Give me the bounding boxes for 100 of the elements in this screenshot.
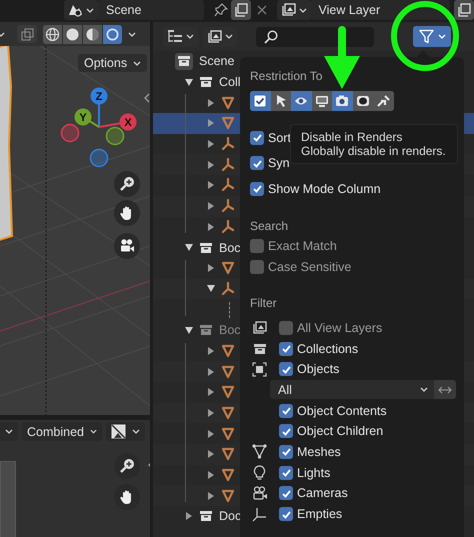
checkbox-label: Lights [297, 466, 330, 480]
checkbox[interactable] [279, 342, 293, 356]
checkbox-label: Object Children [297, 424, 384, 438]
pan-button[interactable] [114, 484, 140, 510]
checkbox-label: Empties [297, 507, 342, 522]
filter-icon [418, 29, 434, 44]
swap-button[interactable] [434, 380, 456, 400]
checkbox-label: Exact Match [268, 239, 337, 253]
object-type-dropdown[interactable]: All [270, 380, 434, 400]
pin-icon[interactable] [214, 3, 228, 17]
checkbox[interactable] [279, 404, 293, 418]
expanded-arrow-icon[interactable] [185, 78, 193, 86]
chevron-icon [438, 34, 446, 39]
checkbox[interactable] [279, 466, 293, 480]
checkbox-label: Collections [297, 342, 358, 356]
mesh-icon [221, 447, 235, 462]
checkbox[interactable] [279, 362, 293, 376]
copy-icon [457, 3, 472, 17]
checkbox[interactable] [250, 130, 264, 145]
arrow-annotation [324, 26, 360, 89]
view-layers-icon [280, 3, 296, 17]
collapsed-arrow-icon[interactable] [208, 368, 214, 376]
restriction-toggle[interactable] [291, 91, 312, 111]
shading-mode-button[interactable] [103, 24, 122, 44]
collapsed-arrow-icon[interactable] [208, 160, 214, 169]
collapsed-arrow-icon[interactable] [208, 346, 214, 355]
sidebar-toggle-icon[interactable] [144, 93, 150, 103]
checkbox[interactable] [279, 507, 293, 522]
checkbox-label: All View Layers [297, 320, 382, 335]
checkbox-label: Meshes [297, 444, 341, 459]
collapsed-arrow-icon[interactable] [208, 471, 214, 480]
empty-axes-icon [221, 220, 235, 234]
zoom-button[interactable] [114, 453, 140, 479]
shading-mode-button[interactable] [63, 24, 82, 44]
display-mode-dropdown[interactable] [106, 422, 145, 441]
mesh-icon [221, 406, 235, 420]
checkbox[interactable] [279, 486, 293, 500]
empty-axes-icon [221, 178, 235, 192]
copy-button[interactable] [230, 0, 251, 20]
object-icon [252, 362, 267, 377]
collapsed-arrow-icon[interactable] [208, 492, 214, 500]
copy-button[interactable] [454, 0, 474, 20]
checkbox[interactable] [250, 156, 264, 170]
light-bulb-icon [253, 465, 266, 480]
checkbox[interactable] [250, 260, 264, 274]
overlay-button[interactable] [17, 25, 37, 43]
restriction-toggle[interactable] [332, 91, 352, 111]
checkbox-icon [253, 94, 268, 108]
empty-axes-icon [221, 282, 235, 296]
collapsed-arrow-icon[interactable] [208, 119, 214, 128]
checkbox-label: Object Contents [297, 404, 387, 418]
scene-menu-button[interactable] [64, 0, 98, 20]
collapsed-arrow-icon[interactable] [208, 222, 214, 231]
empty-axes-icon [221, 158, 235, 172]
view-layers-icon [252, 320, 267, 335]
checkbox-label: Syn [268, 156, 290, 170]
chevron-icon [5, 429, 13, 434]
dropdown[interactable] [0, 422, 18, 441]
expanded-arrow-icon[interactable] [185, 244, 193, 252]
checkbox-label: Case Sensitive [268, 260, 352, 274]
collapsed-arrow-icon[interactable] [208, 409, 214, 418]
checkbox-label: Sort [268, 130, 291, 145]
chevron-icon [86, 8, 94, 12]
checkbox[interactable] [250, 182, 264, 196]
mesh-icon [221, 261, 235, 276]
collapsed-arrow-icon[interactable] [208, 264, 214, 272]
checkbox[interactable] [279, 444, 293, 459]
checkbox[interactable] [279, 424, 293, 438]
filter-button[interactable] [413, 26, 451, 47]
view-layer-menu-button[interactable] [276, 0, 311, 20]
expanded-arrow-icon[interactable] [207, 285, 215, 292]
collapsed-arrow-icon[interactable] [208, 98, 214, 107]
collapsed-arrow-icon[interactable] [208, 140, 214, 148]
chevron-icon [90, 429, 97, 434]
shading-mode-button[interactable] [43, 24, 62, 44]
expanded-arrow-icon[interactable] [185, 326, 193, 334]
mesh-icon [221, 385, 235, 400]
scene-icon [68, 3, 83, 17]
options-dropdown[interactable]: Options [78, 54, 148, 72]
render-pass-dropdown[interactable]: Combined [22, 422, 102, 441]
collapsed-arrow-icon[interactable] [208, 388, 214, 396]
scene-name-field[interactable]: Scene [98, 0, 204, 20]
search-field[interactable] [256, 26, 374, 46]
zoom-icon [119, 176, 135, 192]
collapsed-arrow-icon[interactable] [186, 512, 192, 520]
chevron-icon [132, 429, 140, 434]
shading-mode-button[interactable] [83, 24, 102, 44]
close-icon[interactable] [256, 5, 267, 15]
collapsed-arrow-icon[interactable] [208, 450, 214, 458]
restriction-toggle[interactable] [250, 91, 270, 111]
mesh-icon [221, 364, 235, 379]
checkbox[interactable] [250, 239, 264, 253]
collapsed-arrow-icon[interactable] [208, 181, 214, 190]
collapsed-arrow-icon[interactable] [208, 202, 214, 210]
checkbox-label: Objects [297, 362, 340, 376]
collapsed-arrow-icon[interactable] [208, 430, 214, 438]
mesh-icon [221, 344, 235, 358]
chevron-icon [420, 387, 428, 392]
overlay-icon [20, 28, 34, 40]
checkbox[interactable] [279, 320, 293, 335]
